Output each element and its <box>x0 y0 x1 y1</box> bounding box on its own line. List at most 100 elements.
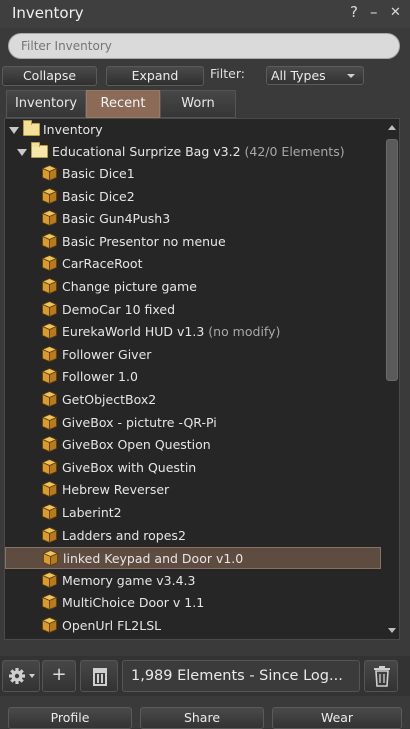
open-folder-icon <box>31 145 48 158</box>
tab-worn[interactable]: Worn <box>160 90 236 118</box>
object-box-icon <box>42 165 57 181</box>
inventory-item-row[interactable]: Memory game v3.4.3 <box>5 570 381 592</box>
help-icon[interactable]: ? <box>350 3 358 21</box>
tree-folder-count: (42/0 Elements) <box>245 144 345 159</box>
inventory-item-row[interactable]: Basic Dice2 <box>5 186 381 208</box>
inventory-item-row[interactable]: GiveBox with Questin <box>5 457 381 479</box>
inventory-item-row[interactable]: MultiChoice Door v 1.1 <box>5 592 381 614</box>
profile-button[interactable]: Profile <box>8 707 132 729</box>
collapse-button[interactable]: Collapse <box>2 66 97 86</box>
object-box-icon <box>42 368 57 384</box>
inventory-item-row[interactable]: OpenUrl FL2LSL <box>5 615 381 637</box>
tab-recent[interactable]: Recent <box>86 90 160 118</box>
inventory-item-row[interactable]: Ladders and ropes2 <box>5 525 381 547</box>
expand-arrow-icon[interactable] <box>9 127 19 134</box>
minimize-icon[interactable]: – <box>370 3 378 21</box>
delete-button[interactable] <box>364 660 398 692</box>
inventory-item-row[interactable]: Basic Gun4Push3 <box>5 208 381 230</box>
filter-type-value: All Types <box>271 68 326 83</box>
inventory-item-label: Basic Dice2 <box>62 189 135 204</box>
inventory-item-row[interactable]: Hebrew Reverser <box>5 479 381 501</box>
inventory-item-row[interactable]: Change picture game <box>5 276 381 298</box>
object-box-icon <box>42 617 57 633</box>
trash-can-icon <box>81 661 119 691</box>
close-icon[interactable]: ✕ <box>390 5 401 20</box>
object-box-icon <box>42 278 57 294</box>
inventory-item-label: linked Keypad and Door v1.0 <box>63 551 243 566</box>
inventory-item-row[interactable]: Follower Giver <box>5 344 381 366</box>
object-box-icon <box>42 255 57 271</box>
inventory-item-row[interactable]: Laberint2 <box>5 502 381 524</box>
inventory-item-row[interactable]: GetObjectBox2 <box>5 389 381 411</box>
object-box-icon <box>42 594 57 610</box>
tree-folder-label: Educational Surprize Bag v3.2 <box>52 144 241 159</box>
add-button[interactable]: + <box>42 660 76 692</box>
inventory-item-label: Basic Dice1 <box>62 166 135 181</box>
chevron-down-icon <box>347 74 355 78</box>
inventory-item-permission: (no modify) <box>208 324 280 339</box>
options-button[interactable] <box>2 660 40 692</box>
object-box-icon <box>42 233 57 249</box>
object-box-icon <box>42 414 57 430</box>
object-box-icon <box>42 459 57 475</box>
inventory-item-label: OpenUrl FL2LSL <box>62 618 161 633</box>
object-box-icon <box>43 550 58 566</box>
object-box-icon <box>42 301 57 317</box>
inventory-item-label: Follower Giver <box>62 347 151 362</box>
window-title: Inventory <box>12 4 84 22</box>
inventory-item-label: Change picture game <box>62 279 197 294</box>
inventory-item-row[interactable]: Basic Dice1 <box>5 163 381 185</box>
tab-inventory[interactable]: Inventory <box>6 90 86 118</box>
filter-label: Filter: <box>210 66 245 81</box>
inventory-item-label: MultiChoice Door v 1.1 <box>62 595 204 610</box>
title-bar: Inventory ? – ✕ <box>0 0 410 28</box>
inventory-item-row[interactable]: linked Keypad and Door v1.0 <box>5 547 381 569</box>
inventory-item-label: GiveBox - pictutre -QR-Pi <box>62 415 217 430</box>
inventory-item-row[interactable]: CarRaceRoot <box>5 253 381 275</box>
trash-folder-button[interactable] <box>80 660 118 692</box>
inventory-item-label: EurekaWorld HUD v1.3 <box>62 324 204 339</box>
object-box-icon <box>42 527 57 543</box>
inventory-item-row[interactable]: Picture Board v2.2 <box>5 638 381 640</box>
inventory-item-label: Laberint2 <box>62 505 122 520</box>
trash-icon <box>365 661 399 691</box>
filter-type-select[interactable]: All Types <box>266 66 364 85</box>
inventory-item-row[interactable]: GiveBox - pictutre -QR-Pi <box>5 412 381 434</box>
object-box-icon <box>42 188 57 204</box>
inventory-item-row[interactable]: GiveBox Open Question <box>5 434 381 456</box>
bottom-toolbar: + 1,989 Elements - Since Log... <box>0 656 410 696</box>
object-box-icon <box>42 346 57 362</box>
inventory-item-label: GiveBox Open Question <box>62 437 211 452</box>
object-box-icon <box>42 504 57 520</box>
scroll-up-icon[interactable] <box>388 125 396 130</box>
inventory-item-label: Follower 1.0 <box>62 369 138 384</box>
object-box-icon <box>42 323 57 339</box>
inventory-item-row[interactable]: Basic Presentor no menue <box>5 231 381 253</box>
inventory-item-label: Hebrew Reverser <box>62 482 169 497</box>
search-input[interactable] <box>8 33 400 59</box>
object-box-icon <box>42 391 57 407</box>
inventory-item-label: Memory game v3.4.3 <box>62 573 195 588</box>
gear-icon <box>3 661 41 691</box>
inventory-item-row[interactable]: DemoCar 10 fixed <box>5 299 381 321</box>
inventory-item-label: GetObjectBox2 <box>62 392 156 407</box>
inventory-tree: Inventory Educational Surprize Bag v3.2 … <box>4 118 400 640</box>
tree-folder-row[interactable]: Educational Surprize Bag v3.2 (42/0 Elem… <box>5 141 381 163</box>
expand-arrow-icon[interactable] <box>17 149 27 156</box>
inventory-item-row[interactable]: EurekaWorld HUD v1.3 (no modify) <box>5 321 381 343</box>
object-box-icon <box>42 436 57 452</box>
inventory-item-label: Ladders and ropes2 <box>62 528 186 543</box>
tree-root-label: Inventory <box>43 119 103 141</box>
inventory-item-label: GiveBox with Questin <box>62 460 196 475</box>
scrollbar-thumb[interactable] <box>386 139 398 381</box>
expand-button[interactable]: Expand <box>106 66 204 86</box>
share-button[interactable]: Share <box>140 707 264 729</box>
scrollbar[interactable] <box>385 121 399 637</box>
wear-button[interactable]: Wear <box>272 707 402 729</box>
scroll-down-icon[interactable] <box>388 628 396 633</box>
inventory-item-row[interactable]: Follower 1.0 <box>5 366 381 388</box>
inventory-item-label: CarRaceRoot <box>62 256 142 271</box>
tree-root-row[interactable]: Inventory <box>5 119 381 141</box>
inventory-item-label: DemoCar 10 fixed <box>62 302 175 317</box>
inventory-item-label: Basic Gun4Push3 <box>62 211 170 226</box>
